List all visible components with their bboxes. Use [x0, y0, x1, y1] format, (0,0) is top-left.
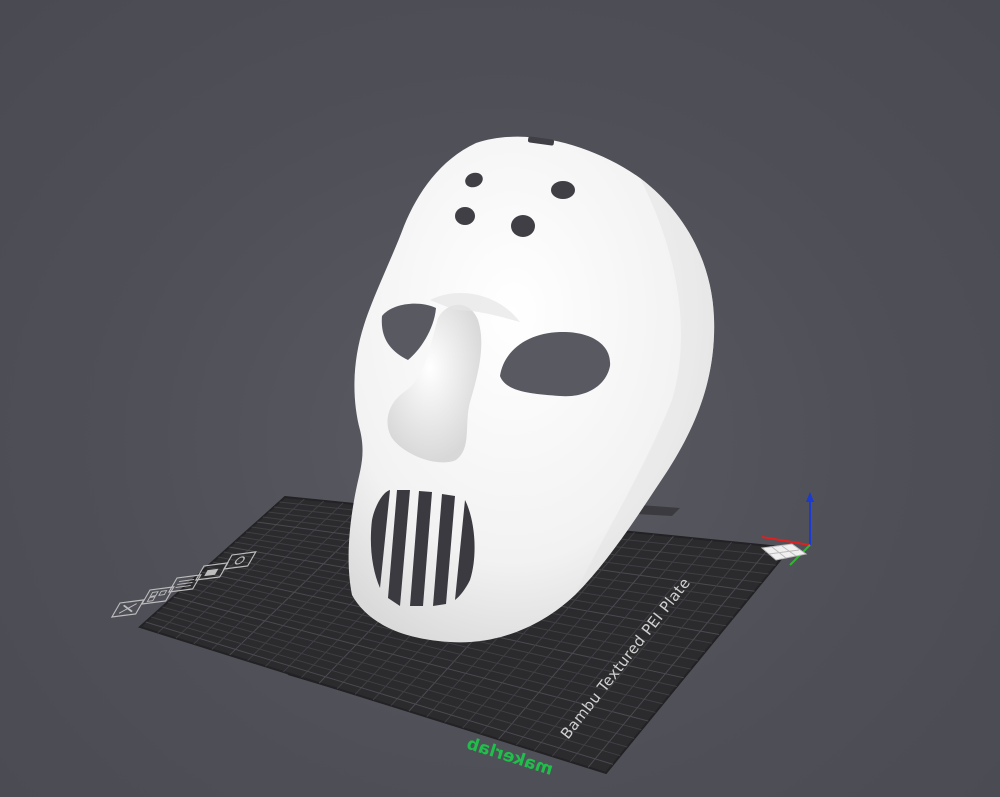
scene-canvas[interactable]: Bambu Textured PEI Plate makerlab: [0, 0, 1000, 797]
axis-gizmo: [760, 492, 814, 566]
vent-hole-4: [511, 215, 535, 237]
vent-hole-2: [551, 181, 575, 199]
vent-hole-3: [455, 207, 475, 225]
delete-plate-button[interactable]: [110, 599, 145, 618]
3d-viewport[interactable]: Bambu Textured PEI Plate makerlab: [0, 0, 1000, 797]
x-axis: [761, 536, 811, 546]
close-icon: [118, 603, 137, 614]
arrange-icon: [146, 590, 168, 603]
z-axis-arrow: [806, 492, 814, 502]
